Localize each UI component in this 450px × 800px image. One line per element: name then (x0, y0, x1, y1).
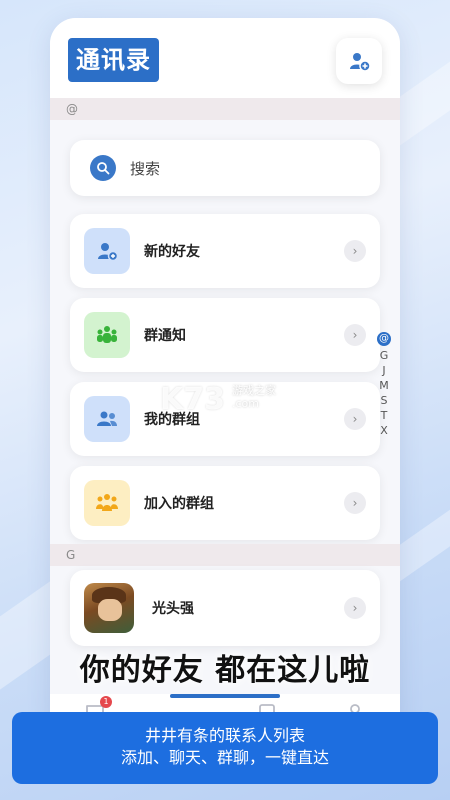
watermark-line2: .com (232, 397, 259, 410)
group-notice-icon (84, 312, 130, 358)
section-header-at: @ (50, 98, 400, 120)
person-add-icon (84, 228, 130, 274)
menu-item-group-notice[interactable]: 群通知 › (70, 298, 380, 372)
chevron-right-icon: › (344, 408, 366, 430)
watermark: K73 游戏之家 .com (160, 382, 290, 422)
promo-banner: 井井有条的联系人列表 添加、聊天、群聊，一键直达 (12, 712, 438, 784)
page-title: 通讯录 (68, 38, 159, 82)
my-groups-icon (84, 396, 130, 442)
contact-name: 光头强 (152, 601, 194, 617)
slogan-headline: 你的好友 都在这儿啦 (79, 653, 371, 688)
menu-item-label: 加入的群组 (144, 496, 214, 512)
section-header-g: G (50, 544, 400, 566)
search-icon (90, 155, 116, 181)
menu-item-label: 新的好友 (144, 244, 200, 260)
index-letter[interactable]: T (381, 408, 388, 423)
search-bar[interactable]: 搜索 (70, 140, 380, 196)
header: 通讯录 (50, 18, 400, 98)
watermark-text: 游戏之家 .com (232, 384, 276, 410)
chevron-right-icon: › (344, 492, 366, 514)
index-letter[interactable]: X (380, 423, 388, 438)
promo-line1: 井井有条的联系人列表 (144, 726, 305, 745)
avatar (84, 583, 134, 633)
chevron-right-icon: › (344, 597, 366, 619)
index-letter[interactable]: G (380, 348, 389, 363)
unread-badge: 1 (100, 696, 112, 708)
add-contact-button[interactable] (336, 38, 382, 84)
index-letter[interactable]: M (379, 378, 389, 393)
chevron-right-icon: › (344, 324, 366, 346)
watermark-logo: K73 (160, 382, 225, 417)
alphabet-index[interactable]: @ G J M S T X (377, 332, 391, 438)
watermark-line1: 游戏之家 (232, 384, 276, 397)
search-placeholder: 搜索 (130, 159, 161, 178)
contact-row[interactable]: 光头强 › (70, 570, 380, 646)
index-letter[interactable]: S (381, 393, 388, 408)
index-letter[interactable]: @ (377, 332, 391, 346)
promo-line2: 添加、聊天、群聊，一键直达 (120, 748, 329, 767)
active-tab-indicator (170, 694, 280, 698)
chevron-right-icon: › (344, 240, 366, 262)
menu-item-new-friends[interactable]: 新的好友 › (70, 214, 380, 288)
joined-groups-icon (84, 480, 130, 526)
phone-screen: 通讯录 @ 搜索 新的好友 › 群通知 › 我的群组 › 加入的群组 › G 光… (50, 18, 400, 738)
index-letter[interactable]: J (382, 363, 385, 378)
menu-item-joined-groups[interactable]: 加入的群组 › (70, 466, 380, 540)
menu-item-label: 群通知 (144, 328, 186, 344)
person-add-icon (350, 53, 371, 72)
